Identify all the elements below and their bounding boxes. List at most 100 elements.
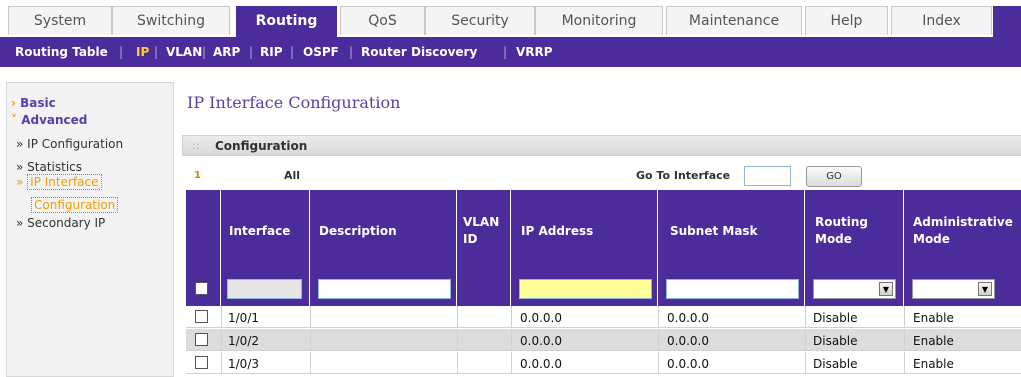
col-routing-label-2: Mode: [815, 232, 852, 246]
go-button[interactable]: GO: [806, 166, 862, 187]
col-description[interactable]: Description: [310, 190, 457, 272]
subnav-separator: |: [503, 45, 508, 59]
subnav-ip[interactable]: IP: [136, 45, 149, 59]
filter-select-cell: [186, 272, 221, 306]
col-interface[interactable]: Interface: [221, 190, 310, 272]
panel-header: :: Configuration: [182, 135, 1021, 156]
subnav-separator: |: [290, 45, 295, 59]
table-header: Interface Description VLAN ID IP Address…: [186, 190, 1021, 306]
tab-qos[interactable]: QoS: [340, 6, 425, 35]
show-all-link[interactable]: All: [284, 169, 300, 182]
col-admin-mode[interactable]: Administrative Mode: [904, 190, 1021, 272]
cell-admin-mode: Enable: [913, 311, 954, 325]
tab-help[interactable]: Help: [805, 6, 888, 35]
tab-bar-end: [993, 6, 1021, 37]
subnav-separator: |: [154, 45, 159, 59]
sidebar-basic-label: Basic: [20, 96, 56, 110]
filter-admin-cell: ▼: [904, 272, 1021, 306]
filter-mask-cell: [658, 272, 805, 306]
top-nav: System Switching Routing QoS Security Mo…: [0, 0, 1021, 37]
pagination-row: 1 All Go To Interface GO: [182, 160, 1021, 190]
subnav-separator: |: [202, 45, 207, 59]
cell-interface: 1/0/2: [228, 334, 259, 348]
sidebar-item-ip-interface-configuration[interactable]: » IP Interface: [16, 174, 102, 190]
col-vlan-id[interactable]: VLAN ID: [457, 190, 511, 272]
tab-index[interactable]: Index: [891, 6, 992, 35]
tab-security[interactable]: Security: [425, 6, 535, 35]
tab-maintenance[interactable]: Maintenance: [666, 6, 802, 35]
filter-ip-cell: [511, 272, 658, 306]
col-admin-label-1: Administrative: [913, 215, 1013, 229]
cell-subnet-mask: 0.0.0.0: [667, 311, 709, 325]
subnav-rip[interactable]: RIP: [260, 45, 283, 59]
table-row: 1/0/1 0.0.0.0 0.0.0.0 Disable Enable: [186, 306, 1021, 328]
cell-interface: 1/0/3: [228, 357, 259, 371]
sidebar-basic[interactable]: › Basic: [11, 96, 56, 110]
cell-admin-mode: Enable: [913, 357, 954, 371]
subnav-routing-table[interactable]: Routing Table: [15, 45, 108, 59]
filter-ip-address-input[interactable]: [519, 279, 652, 299]
tab-monitoring[interactable]: Monitoring: [535, 6, 663, 35]
col-admin-label-2: Mode: [913, 232, 950, 246]
sidebar: › Basic ˅ Advanced » IP Configuration » …: [6, 82, 174, 377]
subnav-separator: |: [349, 45, 354, 59]
table-filter-row: ▼ ▼: [186, 272, 1021, 306]
col-description-label: Description: [319, 224, 397, 238]
filter-routing-cell: ▼: [805, 272, 904, 306]
col-subnet-mask[interactable]: Subnet Mask: [658, 190, 805, 272]
chevron-right-icon: ›: [11, 96, 16, 110]
filter-interface-input[interactable]: [227, 279, 302, 299]
chevron-down-icon: ˅: [11, 113, 17, 127]
filter-routing-mode-select[interactable]: ▼: [813, 279, 896, 299]
tab-switching[interactable]: Switching: [112, 6, 230, 35]
subnav-vlan[interactable]: VLAN: [166, 45, 202, 59]
sidebar-advanced-label: Advanced: [21, 113, 88, 127]
tab-system[interactable]: System: [8, 6, 112, 35]
sub-nav: Routing Table | IP | VLAN | ARP | RIP | …: [0, 37, 1021, 67]
sidebar-item-ip-interface-configuration-cont[interactable]: Configuration: [31, 197, 119, 213]
cell-subnet-mask: 0.0.0.0: [667, 334, 709, 348]
sidebar-item-statistics[interactable]: » Statistics: [16, 160, 82, 174]
subnav-arp[interactable]: ARP: [213, 45, 240, 59]
col-select: [186, 190, 221, 272]
dropdown-arrow-icon: ▼: [879, 282, 893, 296]
cell-subnet-mask: 0.0.0.0: [667, 357, 709, 371]
page-number-link[interactable]: 1: [194, 170, 201, 181]
cell-admin-mode: Enable: [913, 334, 954, 348]
row-checkbox[interactable]: [195, 333, 208, 346]
goto-interface-input[interactable]: [744, 166, 791, 186]
sidebar-item-secondary-ip[interactable]: » Secondary IP: [16, 216, 105, 230]
row-checkbox[interactable]: [195, 310, 208, 323]
col-interface-label: Interface: [229, 224, 291, 238]
tab-routing[interactable]: Routing: [236, 6, 337, 37]
table-row: 1/0/2 0.0.0.0 0.0.0.0 Disable Enable: [186, 329, 1021, 351]
col-ip-address[interactable]: IP Address: [511, 190, 658, 272]
sidebar-active-marker: »: [16, 175, 24, 189]
sidebar-active-label-1: IP Interface: [27, 174, 102, 190]
col-ip-address-label: IP Address: [521, 224, 594, 238]
subnav-separator: |: [249, 45, 254, 59]
panel-grip-icon: ::: [192, 139, 200, 152]
subnav-separator: |: [119, 45, 124, 59]
col-routing-mode[interactable]: Routing Mode: [805, 190, 904, 272]
filter-admin-mode-select[interactable]: ▼: [912, 279, 995, 299]
col-subnet-mask-label: Subnet Mask: [670, 224, 758, 238]
sidebar-item-ip-configuration[interactable]: » IP Configuration: [16, 137, 123, 151]
cell-routing-mode: Disable: [813, 357, 858, 371]
col-vlan-label-1: VLAN: [463, 215, 500, 229]
goto-interface-label: Go To Interface: [636, 169, 731, 182]
subnav-vrrp[interactable]: VRRP: [516, 45, 553, 59]
filter-vlan-cell: [457, 272, 511, 306]
filter-subnet-mask-input[interactable]: [666, 279, 799, 299]
filter-interface-cell: [221, 272, 310, 306]
subnav-router-discovery[interactable]: Router Discovery: [361, 45, 477, 59]
sidebar-advanced[interactable]: ˅ Advanced: [11, 113, 87, 127]
row-checkbox[interactable]: [195, 356, 208, 369]
cell-routing-mode: Disable: [813, 311, 858, 325]
select-all-checkbox[interactable]: [195, 282, 208, 295]
col-routing-label-1: Routing: [815, 215, 869, 229]
col-vlan-label-2: ID: [463, 232, 478, 246]
filter-description-input[interactable]: [318, 279, 451, 299]
subnav-ospf[interactable]: OSPF: [303, 45, 339, 59]
filter-description-cell: [310, 272, 457, 306]
